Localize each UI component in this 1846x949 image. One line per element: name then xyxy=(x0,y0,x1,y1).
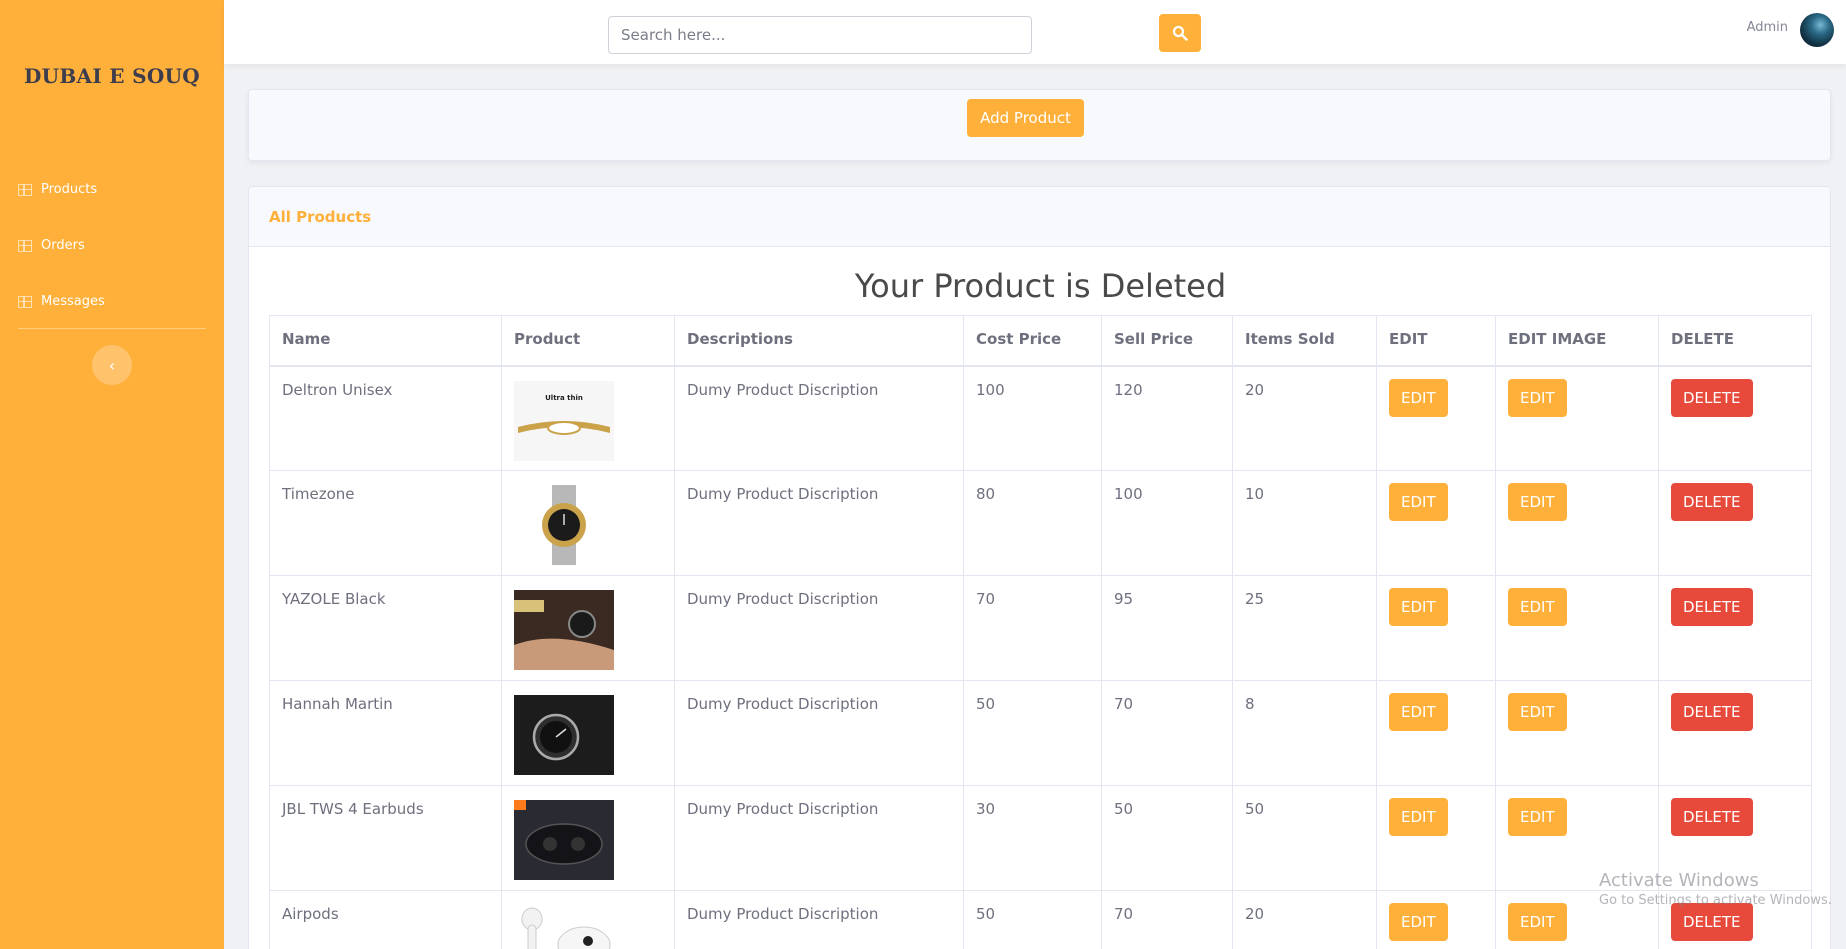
product-name: Airpods xyxy=(269,890,502,949)
items-sold: 8 xyxy=(1232,680,1377,786)
product-description: Dumy Product Discription xyxy=(674,575,964,681)
product-image[interactable] xyxy=(514,485,614,565)
edit-button[interactable]: EDIT xyxy=(1389,798,1448,836)
edit-button[interactable]: EDIT xyxy=(1389,903,1448,941)
items-sold: 20 xyxy=(1232,365,1377,471)
table-row: Timezone Dumy Product Discription 80 100… xyxy=(269,470,1812,576)
search-icon xyxy=(1172,25,1188,41)
column-header: Product xyxy=(501,315,675,367)
items-sold: 50 xyxy=(1232,785,1377,891)
sidebar-item-label: Messages xyxy=(41,294,105,309)
sidebar-item-label: Products xyxy=(41,182,98,197)
edit-button[interactable]: EDIT xyxy=(1389,693,1448,731)
sell-price: 50 xyxy=(1101,785,1233,891)
edit-image-button[interactable]: EDIT xyxy=(1508,693,1567,731)
edit-button[interactable]: EDIT xyxy=(1389,378,1448,417)
product-image[interactable]: Ultra thin xyxy=(514,380,614,461)
topbar: Admin xyxy=(224,0,1846,64)
cost-price: 70 xyxy=(963,575,1102,681)
table-icon xyxy=(18,295,32,308)
cost-price: 50 xyxy=(963,890,1102,949)
sidebar-item-label: Orders xyxy=(41,238,85,253)
product-name: Deltron Unisex xyxy=(269,365,502,471)
edit-image-button[interactable]: EDIT xyxy=(1508,483,1567,521)
product-image[interactable] xyxy=(514,590,614,670)
delete-button[interactable]: DELETE xyxy=(1671,693,1753,731)
watermark-subtitle: Go to Settings to activate Windows. xyxy=(1599,893,1832,908)
actions-card: Add Product xyxy=(248,89,1831,161)
delete-button[interactable]: DELETE xyxy=(1671,483,1753,521)
table-icon xyxy=(18,183,32,196)
column-header: Name xyxy=(269,315,502,367)
edit-button[interactable]: EDIT xyxy=(1389,588,1448,626)
sidebar: DUBAI E SOUQ Products Orders Messages ‹ xyxy=(0,0,224,949)
table-row: Deltron Unisex Ultra thin Dumy Product D… xyxy=(269,365,1812,471)
sidebar-divider xyxy=(18,328,206,329)
product-image[interactable] xyxy=(514,905,614,949)
column-header: DELETE xyxy=(1658,315,1812,367)
search-button[interactable] xyxy=(1159,14,1201,52)
sell-price: 70 xyxy=(1101,890,1233,949)
delete-button[interactable]: DELETE xyxy=(1671,903,1753,941)
sell-price: 95 xyxy=(1101,575,1233,681)
add-product-button[interactable]: Add Product xyxy=(967,99,1084,137)
status-message: Your Product is Deleted xyxy=(854,267,1227,305)
edit-image-button[interactable]: EDIT xyxy=(1508,798,1567,836)
items-sold: 10 xyxy=(1232,470,1377,576)
table-header-row: Name Product Descriptions Cost Price Sel… xyxy=(269,315,1812,367)
user-name[interactable]: Admin xyxy=(1747,20,1788,35)
cost-price: 100 xyxy=(963,365,1102,471)
watermark-title: Activate Windows xyxy=(1599,870,1759,891)
sell-price: 70 xyxy=(1101,680,1233,786)
sidebar-item-orders[interactable]: Orders xyxy=(18,238,85,253)
delete-button[interactable]: DELETE xyxy=(1671,378,1753,417)
sell-price: 120 xyxy=(1101,365,1233,471)
image-label: Ultra thin xyxy=(545,394,583,402)
products-card-title: All Products xyxy=(249,187,1830,247)
cost-price: 30 xyxy=(963,785,1102,891)
items-sold: 20 xyxy=(1232,890,1377,949)
column-header: Cost Price xyxy=(963,315,1102,367)
product-description: Dumy Product Discription xyxy=(674,470,964,576)
product-description: Dumy Product Discription xyxy=(674,365,964,471)
product-description: Dumy Product Discription xyxy=(674,785,964,891)
product-name: YAZOLE Black xyxy=(269,575,502,681)
delete-button[interactable]: DELETE xyxy=(1671,588,1753,626)
search-input[interactable] xyxy=(608,16,1032,54)
table-row: YAZOLE Black Dumy Product Discription 70… xyxy=(269,575,1812,681)
delete-button[interactable]: DELETE xyxy=(1671,798,1753,836)
items-sold: 25 xyxy=(1232,575,1377,681)
windows-activation-watermark: Activate Windows Go to Settings to activ… xyxy=(1599,870,1832,908)
product-name: Hannah Martin xyxy=(269,680,502,786)
cost-price: 50 xyxy=(963,680,1102,786)
product-image[interactable] xyxy=(514,800,614,880)
edit-image-button[interactable]: EDIT xyxy=(1508,588,1567,626)
edit-image-button[interactable]: EDIT xyxy=(1508,903,1567,941)
table-row: Airpods Dumy Product Discription 50 70 2… xyxy=(269,890,1812,949)
product-description: Dumy Product Discription xyxy=(674,680,964,786)
column-header: Sell Price xyxy=(1101,315,1233,367)
sidebar-item-products[interactable]: Products xyxy=(18,182,97,197)
product-name: Timezone xyxy=(269,470,502,576)
sell-price: 100 xyxy=(1101,470,1233,576)
sidebar-item-messages[interactable]: Messages xyxy=(18,294,105,309)
column-header: Items Sold xyxy=(1232,315,1377,367)
brand-logo[interactable]: DUBAI E SOUQ xyxy=(0,64,224,88)
sidebar-toggle-button[interactable]: ‹ xyxy=(92,345,132,385)
avatar[interactable] xyxy=(1800,13,1834,47)
products-card: All Products Your Product is Deleted Nam… xyxy=(248,186,1831,949)
column-header: Descriptions xyxy=(674,315,964,367)
products-table: Name Product Descriptions Cost Price Sel… xyxy=(269,315,1812,949)
table-icon xyxy=(18,239,32,252)
edit-button[interactable]: EDIT xyxy=(1389,483,1448,521)
product-name: JBL TWS 4 Earbuds xyxy=(269,785,502,891)
product-description: Dumy Product Discription xyxy=(674,890,964,949)
column-header: EDIT IMAGE xyxy=(1495,315,1659,367)
product-image[interactable] xyxy=(514,695,614,775)
table-row: Hannah Martin Dumy Product Discription 5… xyxy=(269,680,1812,786)
cost-price: 80 xyxy=(963,470,1102,576)
edit-image-button[interactable]: EDIT xyxy=(1508,378,1567,417)
table-row: JBL TWS 4 Earbuds Dumy Product Discripti… xyxy=(269,785,1812,891)
column-header: EDIT xyxy=(1376,315,1496,367)
